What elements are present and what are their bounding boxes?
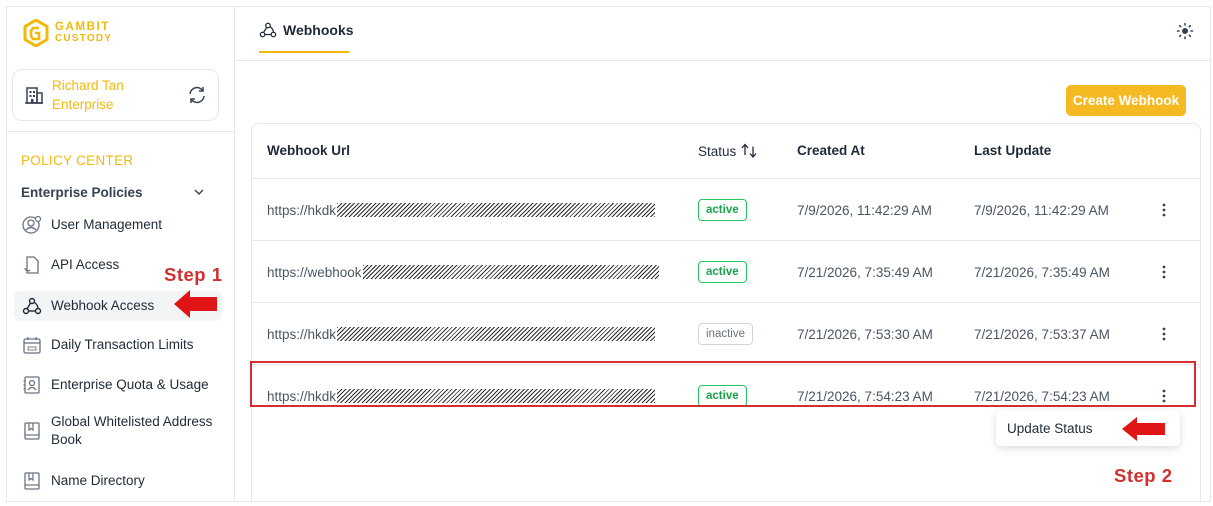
status-badge: active [698,261,747,283]
webhook-url-cell: https://webhook [267,241,659,303]
webhook-url: https://webhook [267,264,362,280]
create-webhook-button[interactable]: Create Webhook [1066,85,1186,116]
redacted-url-mask [362,265,659,279]
building-icon [25,87,43,104]
brand-line2: CUSTODY [55,33,113,44]
created-at-cell: 7/9/2026, 11:42:29 AM [797,202,932,218]
account-name-line2: Enterprise [52,97,114,112]
active-tab-indicator [259,51,349,53]
last-update-cell: 7/9/2026, 11:42:29 AM [974,202,1109,218]
column-header-status[interactable]: Status [698,143,758,159]
calendar-icon [22,335,42,355]
created-at-cell: 7/21/2026, 7:35:49 AM [797,264,933,280]
row-actions-icon[interactable] [1161,303,1167,365]
column-header-status-label: Status [698,143,737,159]
theme-toggle-icon[interactable] [1176,22,1194,40]
created-at-cell: 7/21/2026, 7:53:30 AM [797,326,933,342]
sort-icon[interactable] [740,143,758,159]
brand-line1: GAMBIT [55,21,110,33]
account-name-line1: Richard Tan [52,78,124,93]
status-badge: active [698,199,747,221]
sidebar-item-daily-transaction-limits[interactable]: Daily Transaction Limits [14,333,222,357]
webhooks-table: Webhook Url Status Created At Last Updat… [251,123,1201,503]
sidebar-item-label: Name Directory [51,473,145,488]
webhook-icon [22,296,42,316]
column-header-last-update: Last Update [974,143,1052,158]
sidebar-item-global-whitelisted-address-book[interactable]: Global Whitelisted Address Book [14,411,222,451]
step2-annotation: Step 2 [1114,465,1173,486]
sidebar-item-label: API Access [51,257,120,272]
column-header-created-at: Created At [797,143,865,158]
sidebar-item-enterprise-quota[interactable]: Enterprise Quota & Usage [14,373,222,397]
sidebar-item-label: Daily Transaction Limits [51,337,194,352]
quota-user-icon [22,375,42,395]
step2-arrow-icon [1122,417,1165,441]
table-row: https://hkdk active 7/9/2026, 11:42:29 A… [252,178,1200,240]
webhook-icon [259,22,277,38]
sidebar-item-label: User Management [51,217,163,232]
status-badge: inactive [698,323,753,345]
highlighted-row-annotation [250,361,1196,407]
brand-logo[interactable]: GAMBIT CUSTODY [23,19,112,47]
update-status-menu-item[interactable]: Update Status [1007,421,1093,436]
sidebar-item-label: Enterprise Quota & Usage [51,377,209,392]
sidebar: GAMBIT CUSTODY Richard Tan Enterprise PO… [7,7,235,501]
policy-center-heading: POLICY CENTER [21,153,134,168]
webhook-url-cell: https://hkdk [267,303,656,365]
sidebar-item-label: Global Whitelisted Address Book [51,414,213,447]
step1-annotation: Step 1 [164,264,223,285]
sidebar-item-label: Webhook Access [51,298,155,313]
row-actions-icon[interactable] [1161,179,1167,241]
row-actions-icon[interactable] [1161,241,1167,303]
redacted-url-mask [337,203,656,217]
switch-account-icon[interactable] [186,84,208,106]
table-row: https://hkdk inactive 7/21/2026, 7:53:30… [252,302,1200,364]
gambit-logo-icon [23,19,49,47]
enterprise-policies-group[interactable]: Enterprise Policies [21,185,143,200]
chevron-down-icon[interactable] [193,186,205,198]
redacted-url-mask [337,327,656,341]
last-update-cell: 7/21/2026, 7:35:49 AM [974,264,1110,280]
column-header-url: Webhook Url [267,143,351,158]
address-book-icon [22,421,42,441]
account-switcher[interactable]: Richard Tan Enterprise [12,69,219,121]
user-gear-icon [22,215,42,235]
webhook-url-cell: https://hkdk [267,179,656,241]
sidebar-item-user-management[interactable]: User Management [14,213,222,237]
sidebar-divider [7,131,235,132]
step1-arrow-icon [174,290,217,318]
table-row: https://webhook active 7/21/2026, 7:35:4… [252,240,1200,302]
tab-webhooks[interactable]: Webhooks [259,21,354,39]
api-document-icon [22,255,42,275]
top-bar: Webhooks [236,7,1210,61]
sidebar-item-name-directory[interactable]: Name Directory [14,469,222,493]
webhook-url: https://hkdk [267,326,337,342]
webhook-url: https://hkdk [267,202,337,218]
directory-book-icon [22,471,42,491]
tab-label: Webhooks [283,22,354,38]
last-update-cell: 7/21/2026, 7:53:37 AM [974,326,1110,342]
